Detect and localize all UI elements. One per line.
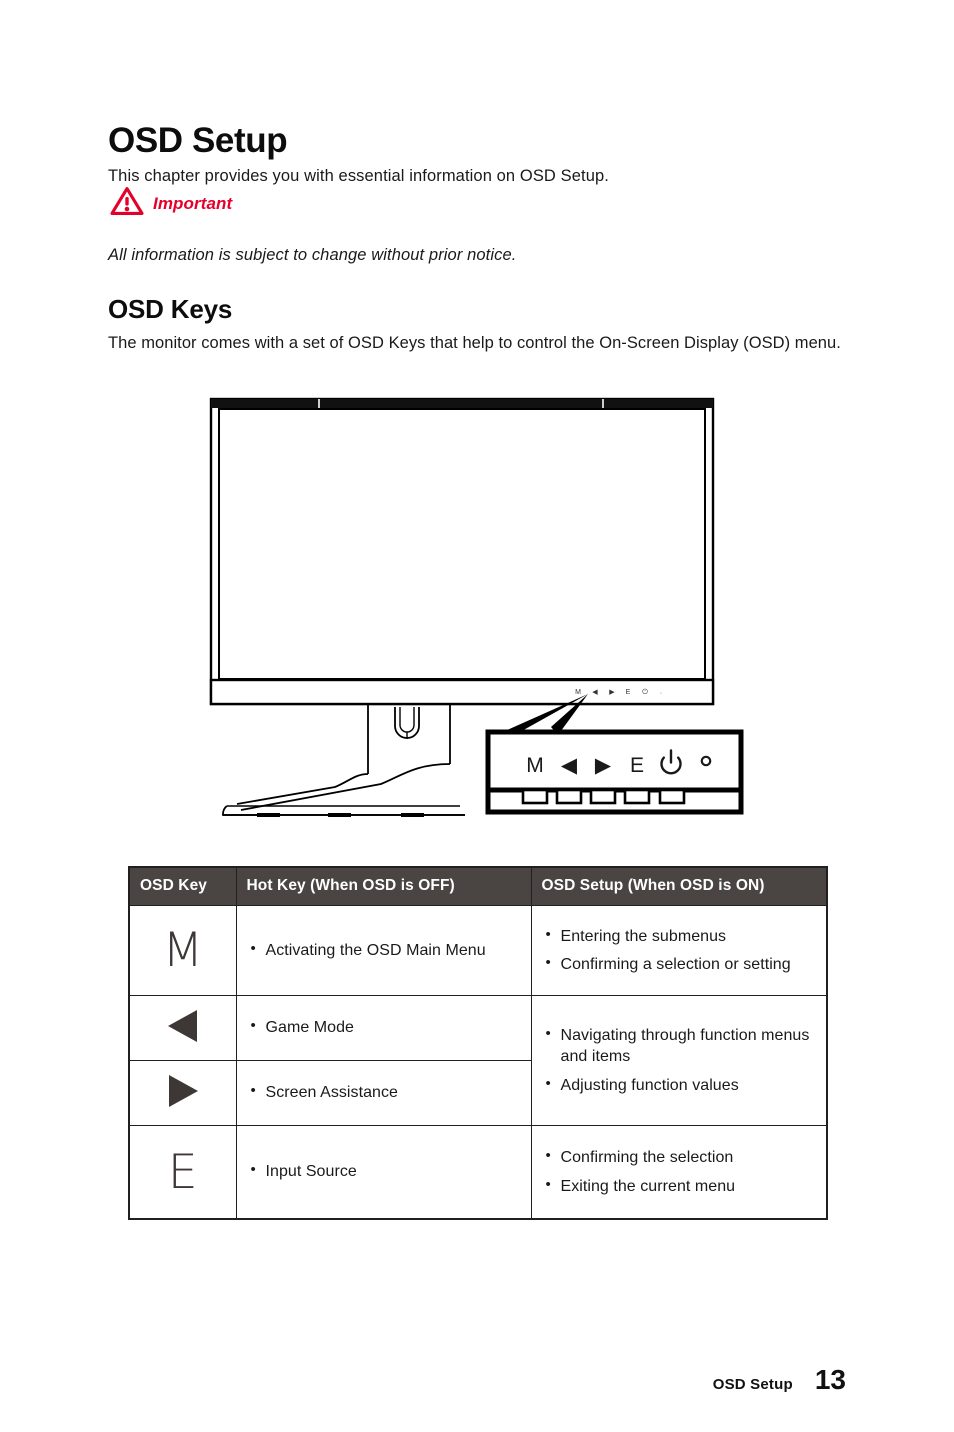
list-item: Confirming the selection — [546, 1146, 815, 1168]
list-item: Activating the OSD Main Menu — [251, 939, 519, 961]
document-page: OSD Setup This chapter provides you with… — [0, 0, 954, 1432]
list-item: Game Mode — [251, 1016, 519, 1038]
warning-triangle-icon — [110, 186, 144, 221]
list-item: Entering the submenus — [546, 925, 815, 947]
key-glyph-m: M — [162, 923, 204, 978]
svg-text:M: M — [575, 689, 581, 696]
header-osd-key: OSD Key — [128, 866, 237, 906]
important-callout: Important — [110, 186, 232, 221]
hotkey-cell-e: Input Source — [235, 1125, 532, 1220]
key-cell-m: M — [128, 905, 237, 996]
callout-key-right: ▶ — [595, 754, 612, 777]
header-osd-setup: OSD Setup (When OSD is ON) — [530, 866, 828, 906]
svg-text:·: · — [660, 690, 662, 697]
section-paragraph: The monitor comes with a set of OSD Keys… — [108, 333, 841, 352]
hotkey-cell-left-arrow: Game Mode — [235, 995, 532, 1061]
setup-cell-m: Entering the submenus Confirming a selec… — [530, 905, 828, 996]
table-row: M Activating the OSD Main Menu Entering … — [128, 905, 828, 996]
svg-text:▶: ▶ — [609, 689, 615, 696]
hotkey-cell-m: Activating the OSD Main Menu — [235, 905, 532, 996]
svg-text:⏻: ⏻ — [642, 688, 648, 696]
header-hot-key: Hot Key (When OSD is OFF) — [235, 866, 532, 906]
key-glyph-e: E — [167, 1144, 198, 1200]
left-arrow-icon — [161, 1006, 205, 1046]
page-footer: OSD Setup 13 — [713, 1364, 846, 1396]
right-arrow-icon — [161, 1071, 205, 1111]
callout-key-left: ◀ — [561, 754, 578, 777]
hotkey-cell-right-arrow: Screen Assistance — [235, 1060, 532, 1126]
table-header-row: OSD Key Hot Key (When OSD is OFF) OSD Se… — [128, 866, 828, 906]
key-cell-right-arrow — [128, 1060, 237, 1126]
callout-key-e: E — [630, 754, 644, 777]
key-cell-left-arrow — [128, 995, 237, 1061]
table-row: E Input Source Confirming the selection … — [128, 1125, 828, 1220]
table-row: Game Mode Navigating through function me… — [128, 995, 828, 1126]
list-item: Screen Assistance — [251, 1081, 519, 1103]
key-cell-e: E — [128, 1125, 237, 1220]
footer-section-label: OSD Setup — [712, 1376, 793, 1393]
list-item: Exiting the current menu — [546, 1174, 815, 1197]
footer-page-number: 13 — [814, 1364, 846, 1395]
osd-keys-table: OSD Key Hot Key (When OSD is OFF) OSD Se… — [128, 866, 828, 1220]
callout-key-m: M — [526, 754, 544, 777]
important-label: Important — [153, 193, 233, 213]
list-item: Confirming a selection or setting — [546, 953, 815, 975]
intro-paragraph: This chapter provides you with essential… — [108, 166, 609, 185]
osd-keys-callout: M ◀ ▶ E — [485, 729, 744, 815]
list-item: Adjusting function values — [546, 1074, 815, 1096]
list-item: Navigating through function menus and it… — [546, 1024, 815, 1068]
list-item: Input Source — [251, 1160, 519, 1182]
setup-cell-e: Confirming the selection Exiting the cur… — [530, 1125, 828, 1220]
page-title: OSD Setup — [108, 121, 288, 161]
svg-text:E: E — [626, 689, 631, 696]
svg-text:◀: ◀ — [592, 689, 598, 696]
setup-cell-arrows: Navigating through function menus and it… — [530, 995, 828, 1126]
monitor-illustration: M ◀ ▶ E ⏻ · M ◀ ▶ E — [205, 392, 753, 817]
important-note: All information is subject to change wit… — [108, 245, 517, 264]
section-title-osd-keys: OSD Keys — [108, 293, 233, 324]
